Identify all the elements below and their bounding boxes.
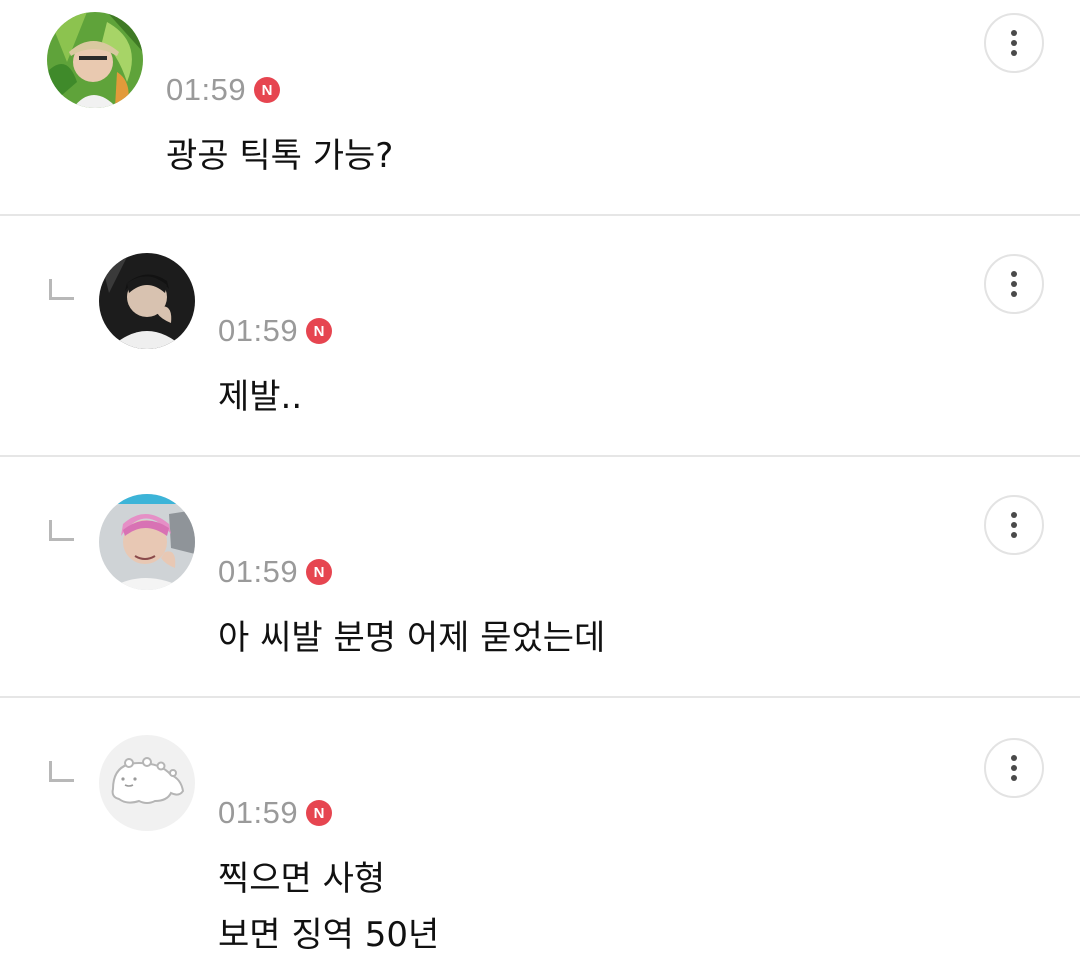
- user-avatar[interactable]: [47, 12, 143, 108]
- comment-meta: 01:59 N: [218, 793, 333, 833]
- comment-time: 01:59: [218, 313, 299, 348]
- comment-text-line: 광공 틱톡 가능?: [166, 136, 394, 176]
- new-badge: N: [306, 800, 333, 826]
- reply-arrow-icon: [49, 279, 74, 300]
- comment-text: 찍으면 사형 보면 징역 50년: [218, 851, 439, 963]
- comment-reply-item: 01:59 N 찍으면 사형 보면 징역 50년: [0, 698, 1080, 979]
- comment-item: 01:59 N 광공 틱톡 가능?: [0, 0, 1080, 214]
- comment-text-line: 제발..: [218, 377, 303, 417]
- more-vertical-icon: [1011, 755, 1017, 761]
- reply-arrow-icon: [49, 520, 74, 541]
- comment-text-line: 보면 징역 50년: [218, 915, 440, 955]
- new-badge: N: [254, 77, 281, 103]
- comment-text: 아 씨발 분명 어제 묻었는데: [218, 610, 605, 666]
- comment-text: 제발..: [218, 369, 302, 425]
- comment-text-line: 아 씨발 분명 어제 묻었는데: [218, 618, 606, 658]
- more-vertical-icon: [1011, 30, 1017, 36]
- comment-meta: 01:59 N: [218, 552, 333, 592]
- user-avatar-photo-green-leaves: [47, 12, 143, 108]
- reply-arrow-icon: [49, 761, 74, 782]
- more-options-button[interactable]: [984, 495, 1044, 555]
- comment-reply-item: 01:59 N 제발..: [0, 216, 1080, 455]
- user-avatar-photo-dark: [99, 253, 195, 349]
- comment-time: 01:59: [218, 795, 299, 830]
- more-vertical-icon: [1011, 271, 1017, 277]
- comment-text: 광공 틱톡 가능?: [166, 128, 393, 184]
- user-avatar[interactable]: [99, 494, 195, 590]
- comment-text-line: 찍으면 사형: [218, 859, 386, 899]
- more-options-button[interactable]: [984, 738, 1044, 798]
- comment-reply-item: 01:59 N 아 씨발 분명 어제 묻었는데: [0, 457, 1080, 696]
- comment-meta: 01:59 N: [218, 311, 333, 351]
- more-options-button[interactable]: [984, 254, 1044, 314]
- new-badge: N: [306, 559, 333, 585]
- comment-time: 01:59: [166, 72, 247, 107]
- user-avatar[interactable]: [99, 735, 195, 831]
- new-badge: N: [306, 318, 333, 344]
- user-avatar[interactable]: [99, 253, 195, 349]
- more-vertical-icon: [1011, 512, 1017, 518]
- comment-meta: 01:59 N: [166, 70, 281, 110]
- comment-time: 01:59: [218, 554, 299, 589]
- more-options-button[interactable]: [984, 13, 1044, 73]
- default-avatar-character: [99, 735, 195, 831]
- user-avatar-photo-pink-hair: [99, 494, 195, 590]
